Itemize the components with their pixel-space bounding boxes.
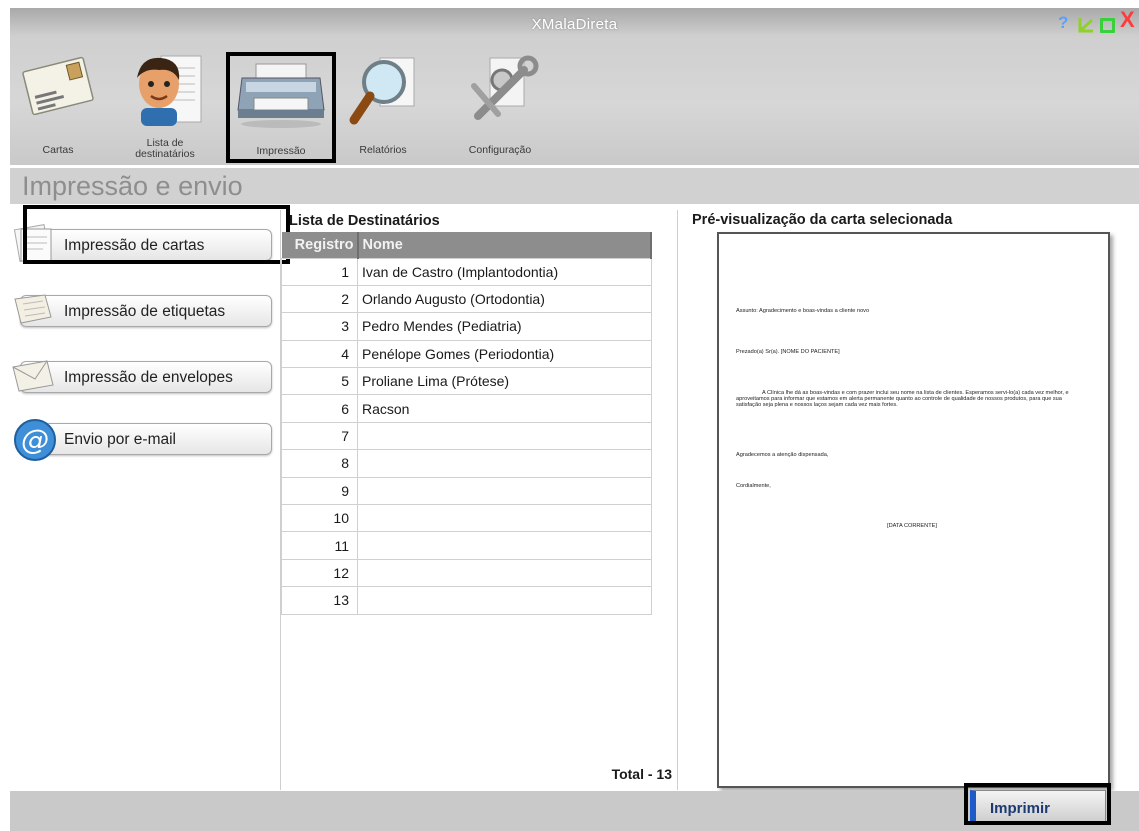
cell-registro: 9 — [281, 476, 358, 506]
toolbar-item-cartas[interactable]: Cartas — [18, 44, 98, 162]
cell-registro: 7 — [281, 421, 358, 451]
table-row[interactable]: 4 Penélope Gomes (Periodontia) — [281, 339, 652, 369]
cell-registro: 1 — [281, 257, 358, 286]
cell-nome — [357, 586, 652, 615]
cell-registro: 11 — [281, 531, 358, 560]
close-button[interactable]: X — [1120, 9, 1135, 31]
table-row[interactable]: 9 — [281, 476, 652, 506]
table-row[interactable]: 11 — [281, 531, 652, 560]
toolbar: XMalaDireta ? X Cartas Lista de destinat… — [10, 8, 1139, 165]
toolbar-item-relatorios[interactable]: Relatórios — [343, 44, 423, 162]
print-button[interactable]: Imprimir — [970, 790, 1106, 822]
cell-nome: Racson — [357, 394, 652, 423]
cell-registro: 3 — [281, 312, 358, 341]
print-letters-button[interactable]: Impressão de cartas — [13, 224, 272, 262]
cell-nome: Proliane Lima (Prótese) — [357, 367, 652, 396]
table-row[interactable]: 7 — [281, 421, 652, 451]
tools-icon — [471, 55, 539, 120]
table-row[interactable]: 2 Orlando Augusto (Ortodontia) — [281, 284, 652, 314]
print-envelopes-label: Impressão de envelopes — [64, 369, 233, 386]
preview-subject: Assunto: Agradecimento e boas-vindas a c… — [736, 308, 870, 314]
recipients-total: Total - 13 — [611, 766, 672, 782]
toolbar-item-label: Impressão — [256, 145, 306, 157]
preview-title: Pré-visualização da carta selecionada — [692, 212, 953, 228]
svg-text:@: @ — [21, 423, 49, 456]
page-header: Impressão e envio — [10, 168, 1139, 204]
cell-nome — [357, 421, 652, 451]
recipients-panel: Lista de Destinatários Registro Nome 1 Iv… — [280, 210, 678, 790]
print-labels-label: Impressão de etiquetas — [64, 303, 226, 320]
send-email-label: Envio por e-mail — [64, 431, 176, 448]
recipients-table: Registro Nome 1 Ivan de Castro (Implantod… — [281, 232, 652, 615]
print-envelopes-button[interactable]: Impressão de envelopes — [12, 360, 272, 393]
cell-registro: 2 — [281, 284, 358, 314]
letter-stack-icon — [13, 224, 52, 262]
cell-nome: Ivan de Castro (Implantodontia) — [357, 257, 652, 286]
person-list-icon — [137, 55, 202, 126]
cell-nome — [357, 476, 652, 506]
cell-registro: 8 — [281, 449, 358, 478]
preview-thanks: Agradecemos a atenção dispensada, — [736, 452, 829, 458]
column-header-nome[interactable]: Nome — [357, 232, 652, 258]
table-row[interactable]: 13 — [281, 586, 652, 615]
cell-registro: 10 — [281, 504, 358, 533]
print-button-label: Imprimir — [990, 800, 1051, 817]
table-row[interactable]: 10 — [281, 504, 652, 533]
toolbar-item-impressao[interactable]: Impressão — [226, 52, 336, 163]
cell-registro: 5 — [281, 367, 358, 396]
print-labels-button[interactable]: Impressão de etiquetas — [14, 294, 272, 327]
send-email-button[interactable]: @ Envio por e-mail — [14, 419, 272, 461]
cell-nome — [357, 504, 652, 533]
toolbar-item-lista-destinatarios[interactable]: Lista de destinatários — [120, 44, 210, 162]
maximize-button[interactable] — [1100, 18, 1115, 33]
table-row[interactable]: 6 Racson — [281, 394, 652, 423]
minimize-icon — [1078, 18, 1094, 33]
cell-nome: Pedro Mendes (Pediatria) — [357, 312, 652, 341]
recipients-title: Lista de Destinatários — [289, 213, 440, 229]
table-row[interactable]: 5 Proliane Lima (Prótese) — [281, 367, 652, 396]
window-title: XMalaDireta — [531, 16, 618, 33]
envelope-icon — [12, 360, 54, 392]
toolbar-item-label: Cartas — [42, 144, 74, 156]
cell-registro: 13 — [281, 586, 358, 615]
help-button[interactable]: ? — [1058, 13, 1068, 33]
toolbar-item-label: Configuração — [468, 144, 532, 156]
printer-icon — [237, 63, 325, 128]
preview-date: [DATA CORRENTE] — [887, 523, 937, 529]
at-sign-icon: @ — [14, 419, 56, 461]
column-header-registro[interactable]: Registro — [281, 232, 359, 258]
table-row[interactable]: 12 — [281, 558, 652, 588]
toolbar-item-configuracao[interactable]: Configuração — [450, 44, 550, 162]
print-letters-label: Impressão de cartas — [64, 237, 205, 254]
cell-nome: Penélope Gomes (Periodontia) — [357, 339, 652, 369]
table-row[interactable]: 1 Ivan de Castro (Implantodontia) — [281, 257, 652, 286]
preview-greeting: Prezado(a) Sr(a). [NOME DO PACIENTE] — [736, 349, 840, 355]
preview-body: A Clínica lhe dá as boas-vindas e com pr… — [736, 390, 1069, 409]
cell-registro: 12 — [281, 558, 358, 588]
page-title: Impressão e envio — [22, 171, 243, 201]
preview-closing: Cordialmente, — [736, 483, 771, 489]
cell-nome — [357, 531, 652, 560]
cell-registro: 6 — [281, 394, 358, 423]
table-row[interactable]: 3 Pedro Mendes (Pediatria) — [281, 312, 652, 341]
cell-registro: 4 — [281, 339, 358, 369]
toolbar-item-label: Relatórios — [359, 144, 407, 156]
cell-nome: Orlando Augusto (Ortodontia) — [357, 284, 652, 314]
minimize-button[interactable] — [1077, 16, 1095, 34]
magnifier-icon — [349, 57, 415, 125]
toolbar-item-label: Lista de destinatários — [135, 137, 195, 160]
cell-nome — [357, 449, 652, 478]
letter-icon — [22, 56, 94, 116]
letter-preview: Assunto: Agradecimento e boas-vindas a c… — [717, 232, 1110, 788]
table-row[interactable]: 8 — [281, 449, 652, 478]
table-header-row: Registro Nome — [281, 232, 652, 258]
label-icon — [14, 294, 52, 324]
cell-nome — [357, 558, 652, 588]
